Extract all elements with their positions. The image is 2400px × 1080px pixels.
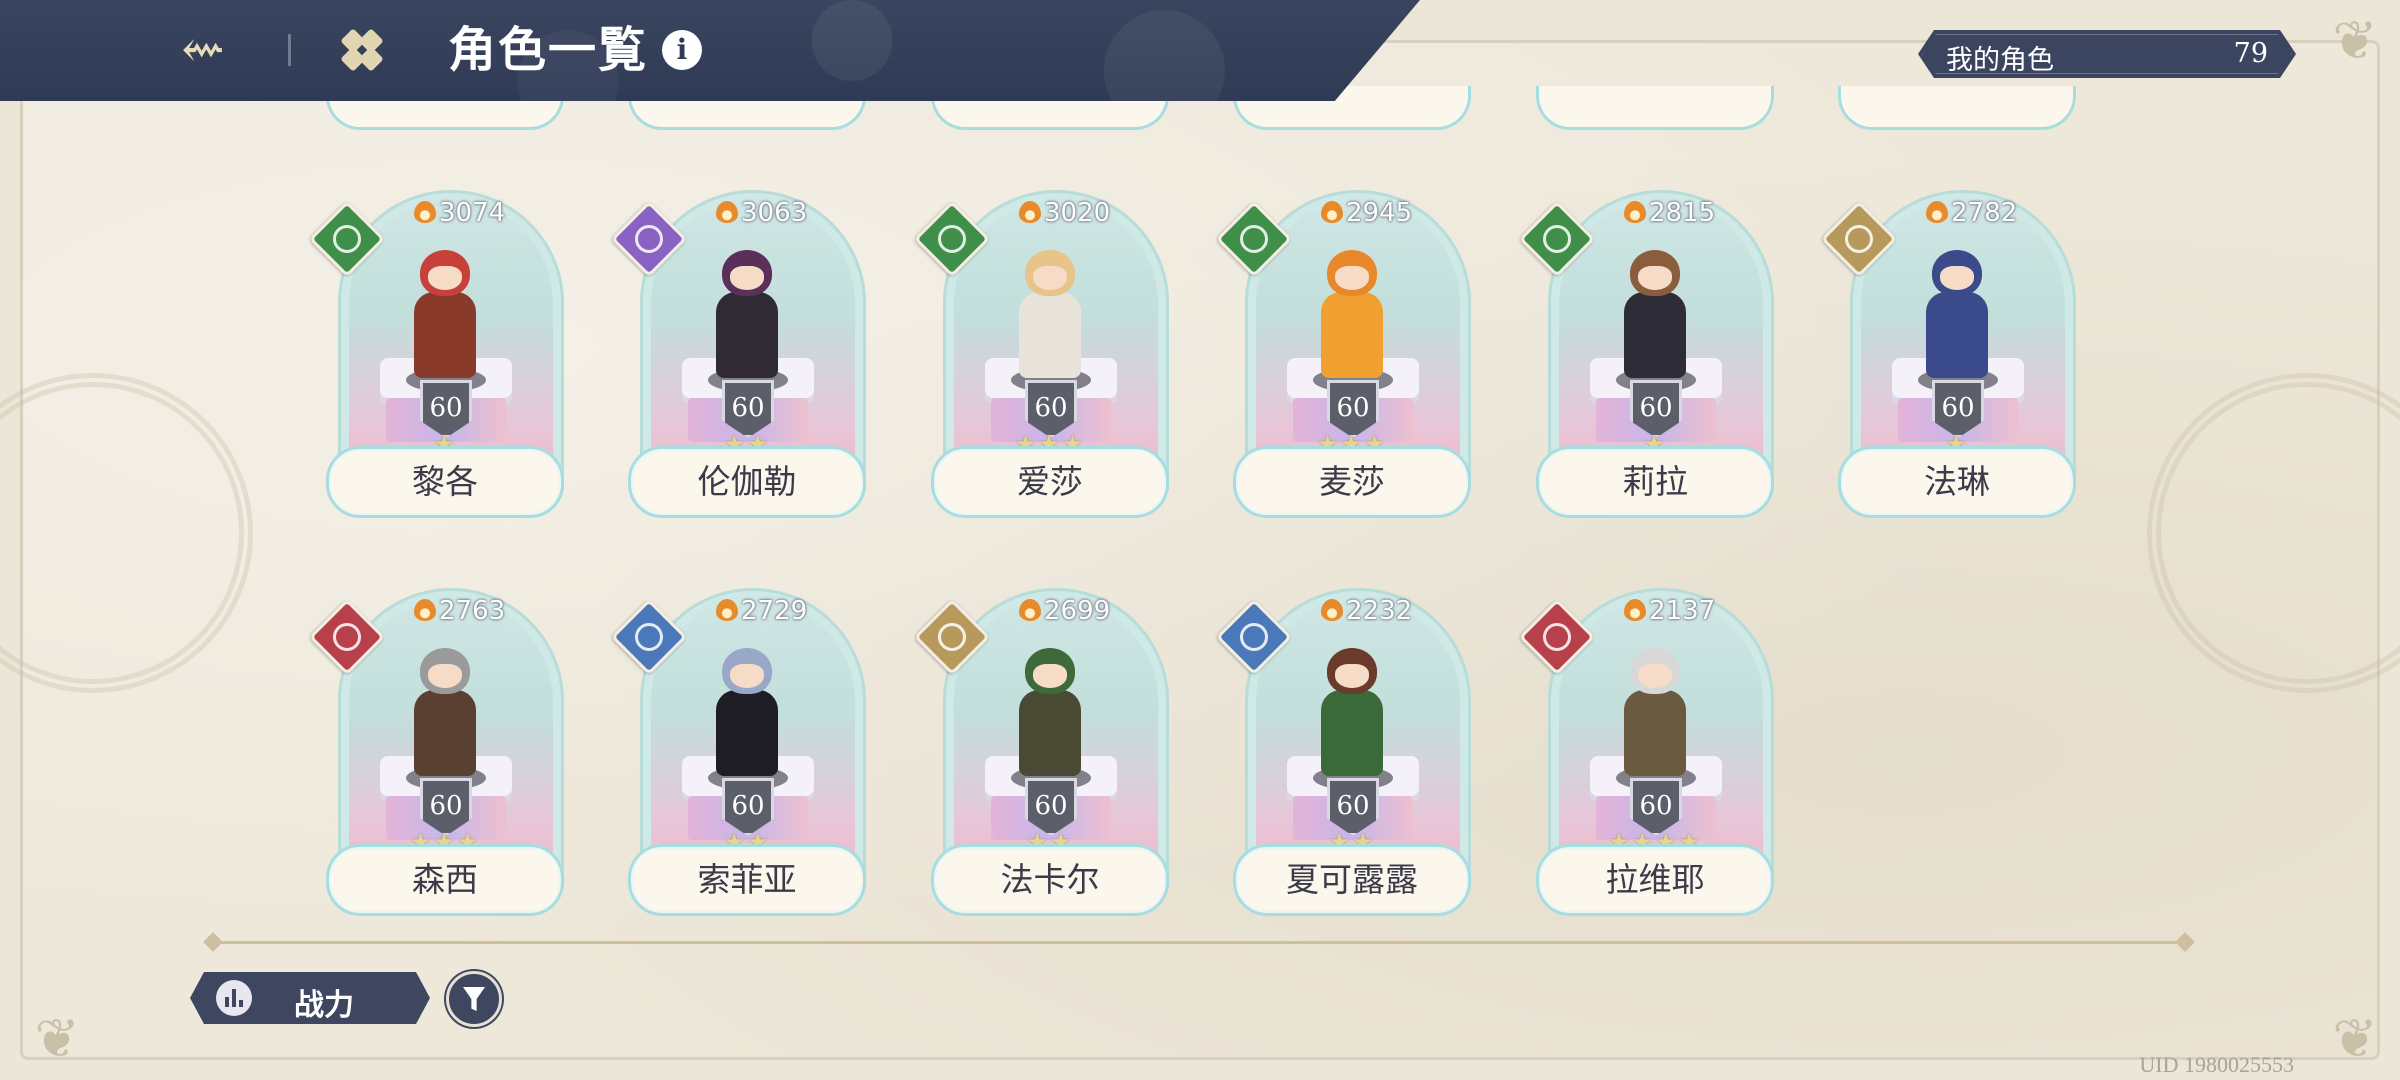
sort-label: 战力 bbox=[294, 988, 354, 1023]
character-sprite bbox=[692, 242, 802, 382]
character-nameplate: 莉拉 bbox=[1536, 446, 1774, 518]
character-sprite bbox=[692, 640, 802, 780]
flame-icon bbox=[414, 201, 436, 223]
character-nameplate: 麦莎 bbox=[1233, 446, 1471, 518]
filter-button[interactable] bbox=[446, 971, 502, 1027]
power-value: 2729 bbox=[716, 596, 807, 626]
flame-icon bbox=[716, 201, 738, 223]
character-name: 拉维耶 bbox=[1605, 860, 1705, 899]
character-sprite bbox=[1600, 242, 1710, 382]
corner-ornament-icon: ❦ bbox=[34, 1007, 80, 1070]
character-sprite bbox=[390, 242, 500, 382]
partial-card-nameplate[interactable] bbox=[1536, 86, 1774, 130]
flame-icon bbox=[1624, 201, 1646, 223]
character-nameplate: 伦伽勒 bbox=[628, 446, 866, 518]
character-sprite bbox=[1600, 640, 1710, 780]
character-sprite bbox=[1297, 640, 1407, 780]
character-card[interactable]: 3020 60 ★★★ 爱莎 bbox=[913, 190, 1169, 530]
character-nameplate: 法琳 bbox=[1838, 446, 2076, 518]
power-value: 2782 bbox=[1926, 198, 2017, 228]
character-nameplate: 森西 bbox=[326, 844, 564, 916]
partial-card-nameplate[interactable] bbox=[1838, 86, 2076, 130]
flame-icon bbox=[414, 599, 436, 621]
character-card[interactable]: 3074 60 ★ 黎各 bbox=[308, 190, 564, 530]
character-name: 莉拉 bbox=[1622, 462, 1688, 501]
sort-button[interactable]: 战力 bbox=[190, 972, 430, 1024]
character-card[interactable]: 2729 60 ★★ 索菲亚 bbox=[610, 588, 866, 928]
corner-ornament-icon: ❦ bbox=[2332, 1007, 2378, 1070]
character-name: 爱莎 bbox=[1017, 462, 1083, 501]
power-value: 3063 bbox=[716, 198, 807, 228]
filter-icon bbox=[463, 987, 485, 1011]
flame-icon bbox=[1019, 599, 1041, 621]
info-icon[interactable]: i bbox=[662, 30, 702, 70]
character-nameplate: 索菲亚 bbox=[628, 844, 866, 916]
character-nameplate: 法卡尔 bbox=[931, 844, 1169, 916]
character-card[interactable]: 2945 60 ★★★ 麦莎 bbox=[1215, 190, 1471, 530]
character-nameplate: 黎各 bbox=[326, 446, 564, 518]
flame-icon bbox=[1019, 201, 1041, 223]
my-characters-label: 我的角色 bbox=[1946, 45, 2054, 76]
character-name: 麦莎 bbox=[1319, 462, 1385, 501]
ornament-right bbox=[2147, 373, 2400, 693]
bar-chart-icon bbox=[216, 980, 252, 1016]
character-name: 法琳 bbox=[1924, 462, 1990, 501]
character-nameplate: 爱莎 bbox=[931, 446, 1169, 518]
user-id: UID 1980025553 bbox=[2139, 1052, 2294, 1077]
character-nameplate: 拉维耶 bbox=[1536, 844, 1774, 916]
power-value: 2232 bbox=[1321, 596, 1412, 626]
grid-menu-icon[interactable] bbox=[340, 28, 384, 72]
character-name: 伦伽勒 bbox=[697, 462, 797, 501]
character-name: 法卡尔 bbox=[1000, 860, 1100, 899]
character-name: 索菲亚 bbox=[697, 860, 797, 899]
character-card[interactable]: 2699 60 ★★ 法卡尔 bbox=[913, 588, 1169, 928]
character-sprite bbox=[390, 640, 500, 780]
flame-icon bbox=[1321, 599, 1343, 621]
header-divider bbox=[288, 34, 291, 66]
ornament-left bbox=[0, 373, 253, 693]
character-name: 森西 bbox=[412, 860, 478, 899]
power-value: 2815 bbox=[1624, 198, 1715, 228]
flame-icon bbox=[1321, 201, 1343, 223]
character-card[interactable]: 3063 60 ★★ 伦伽勒 bbox=[610, 190, 866, 530]
flame-icon bbox=[716, 599, 738, 621]
footer-divider bbox=[210, 941, 2190, 944]
power-value: 3020 bbox=[1019, 198, 1110, 228]
character-card[interactable]: 2763 60 ★★★ 森西 bbox=[308, 588, 564, 928]
power-value: 2137 bbox=[1624, 596, 1715, 626]
back-arrow-icon[interactable]: ⇜ bbox=[168, 20, 238, 80]
power-value: 2699 bbox=[1019, 596, 1110, 626]
power-value: 2945 bbox=[1321, 198, 1412, 228]
character-sprite bbox=[995, 242, 1105, 382]
flame-icon bbox=[1926, 201, 1948, 223]
character-card[interactable]: 2782 60 ★ 法琳 bbox=[1820, 190, 2076, 530]
character-sprite bbox=[995, 640, 1105, 780]
power-value: 2763 bbox=[414, 596, 505, 626]
flame-icon bbox=[1624, 599, 1646, 621]
character-card[interactable]: 2232 60 ★★ 夏可露露 bbox=[1215, 588, 1471, 928]
character-card[interactable]: 2815 60 ★ 莉拉 bbox=[1518, 190, 1774, 530]
character-nameplate: 夏可露露 bbox=[1233, 844, 1471, 916]
character-name: 夏可露露 bbox=[1286, 860, 1418, 899]
page-title: 角色一覧 bbox=[448, 22, 649, 78]
power-value: 3074 bbox=[414, 198, 505, 228]
character-card[interactable]: 2137 60 ★★★★ 拉维耶 bbox=[1518, 588, 1774, 928]
corner-ornament-icon: ❦ bbox=[2332, 9, 2378, 72]
my-characters-count: 79 bbox=[2233, 38, 2268, 69]
character-sprite bbox=[1902, 242, 2012, 382]
character-name: 黎各 bbox=[412, 462, 478, 501]
character-sprite bbox=[1297, 242, 1407, 382]
my-characters-counter: 我的角色 79 bbox=[1918, 30, 2296, 78]
